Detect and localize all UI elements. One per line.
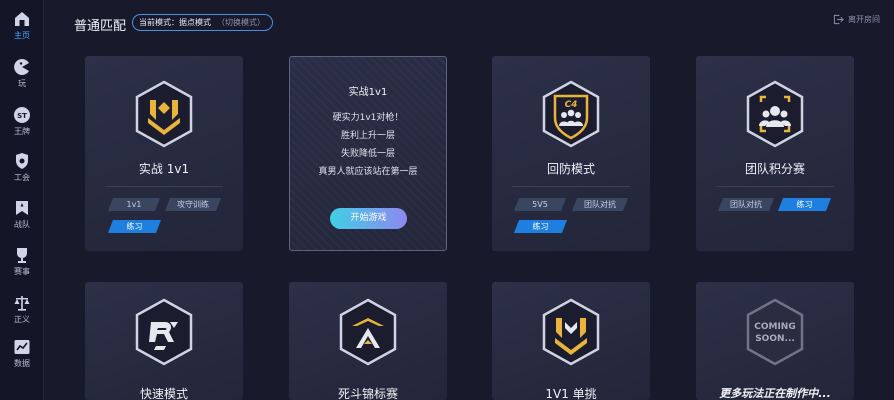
page-title: 普通匹配 — [74, 19, 127, 34]
mode-tag-practice: 练习 — [778, 198, 831, 211]
trophy-icon — [17, 248, 27, 263]
mode-card-quick[interactable]: 快速模式 — [85, 282, 243, 400]
mode-tag: 团队对抗 — [572, 198, 628, 211]
header: 普通匹配 当前模式：据点模式 （切换模式） 离开房间 — [44, 0, 894, 44]
guild-shield-icon — [16, 153, 28, 169]
sidebar-item-guild[interactable]: 工会 — [0, 150, 44, 192]
scales-icon — [14, 296, 30, 311]
leave-room-label: 离开房间 — [848, 15, 880, 24]
sidebar-item-label: 数据 — [14, 359, 30, 368]
detail-line: 真男人就应该站在第一层 — [318, 167, 418, 177]
sidebar-item-label: 赛事 — [14, 267, 30, 276]
coming-soon-text: 更多玩法正在制作中... — [719, 387, 831, 400]
mode-tag-practice: 练习 — [514, 220, 567, 233]
home-icon — [15, 12, 29, 26]
solo-1v1-emblem-icon — [135, 80, 193, 148]
sidebar-item-events[interactable]: 赛事 — [0, 244, 44, 286]
mode-card-1v1-challenge[interactable]: 1V1 单挑 — [492, 282, 650, 400]
sidebar-item-label: 玩 — [18, 79, 26, 88]
coming-soon-emblem-icon: COMING SOON... — [746, 298, 804, 366]
detail-title: 实战1v1 — [348, 87, 388, 98]
current-mode-label: 当前模式：据点模式 — [139, 18, 211, 27]
detail-line: 胜利上升一层 — [340, 131, 395, 141]
mode-card-deathmatch[interactable]: 死斗锦标赛 — [289, 282, 447, 400]
mode-card-title: 死斗锦标赛 — [337, 387, 398, 400]
mode-tag: 1v1 — [108, 198, 160, 211]
mode-tag: 团队对抗 — [718, 198, 774, 211]
card-divider — [105, 186, 223, 187]
sidebar: 主页 玩 ST 王牌 工会 战队 赛事 正义 数据 — [0, 0, 44, 400]
mode-card-defense[interactable]: C4 回防模式 5V5 团队对抗 练习 — [492, 56, 650, 251]
sidebar-item-label: 工会 — [14, 173, 30, 182]
1v1-challenge-emblem-icon — [542, 298, 600, 366]
team-banner-icon — [16, 201, 28, 215]
mode-card-solo-1v1-detail[interactable]: 实战1v1 硬实力1v1对枪！ 胜利上升一层 失败降低一层 真男人就应该站在第一… — [289, 56, 447, 251]
chart-icon — [14, 340, 30, 354]
mode-card-title: 1V1 单挑 — [545, 387, 597, 400]
team-points-emblem-icon — [746, 80, 804, 148]
mode-card-title: 团队积分赛 — [744, 162, 805, 176]
mode-card-title: 回防模式 — [546, 162, 595, 176]
mode-card-coming-soon: COMING SOON... 更多玩法正在制作中... — [696, 282, 854, 400]
sidebar-item-team[interactable]: 战队 — [0, 197, 44, 239]
pacman-icon — [14, 59, 29, 75]
switch-mode-link[interactable]: （切换模式） — [217, 17, 265, 28]
mode-card-team-points[interactable]: 团队积分赛 团队对抗 练习 — [696, 56, 854, 251]
mode-tag: 5V5 — [514, 198, 566, 211]
svg-text:C4: C4 — [565, 100, 578, 110]
sidebar-item-play[interactable]: 玩 — [0, 56, 44, 98]
sidebar-item-ace[interactable]: ST 王牌 — [0, 104, 44, 146]
st-badge-icon: ST — [14, 107, 30, 123]
svg-text:SOON...: SOON... — [755, 334, 795, 344]
sidebar-item-label: 正义 — [14, 315, 30, 324]
detail-line: 失败降低一层 — [340, 149, 395, 159]
card-divider — [512, 186, 630, 187]
mode-switch-pill[interactable]: 当前模式：据点模式 （切换模式） — [132, 14, 273, 31]
exit-icon — [833, 14, 844, 25]
quick-mode-emblem-icon — [135, 298, 193, 366]
sidebar-item-justice[interactable]: 正义 — [0, 292, 44, 334]
card-divider — [716, 186, 834, 187]
leave-room-button[interactable]: 离开房间 — [833, 14, 880, 25]
svg-text:ST: ST — [17, 112, 27, 120]
sidebar-item-data[interactable]: 数据 — [0, 336, 44, 378]
svg-text:COMING: COMING — [754, 322, 795, 332]
mode-card-title: 快速模式 — [139, 387, 188, 400]
sidebar-item-label: 王牌 — [14, 127, 30, 136]
start-game-button[interactable]: 开始游戏 — [330, 208, 407, 229]
mode-card-solo-1v1[interactable]: 实战 1v1 1v1 攻守训练 练习 — [85, 56, 243, 251]
mode-tag-practice: 练习 — [108, 220, 161, 233]
mode-card-title: 实战 1v1 — [138, 162, 190, 176]
sidebar-item-label: 战队 — [14, 220, 30, 229]
defense-c4-emblem-icon: C4 — [542, 80, 600, 148]
deathmatch-emblem-icon — [339, 298, 397, 366]
sidebar-item-label: 主页 — [14, 31, 30, 40]
detail-line: 硬实力1v1对枪！ — [332, 113, 404, 123]
sidebar-item-home[interactable]: 主页 — [0, 8, 44, 50]
mode-tag: 攻守训练 — [165, 198, 221, 211]
